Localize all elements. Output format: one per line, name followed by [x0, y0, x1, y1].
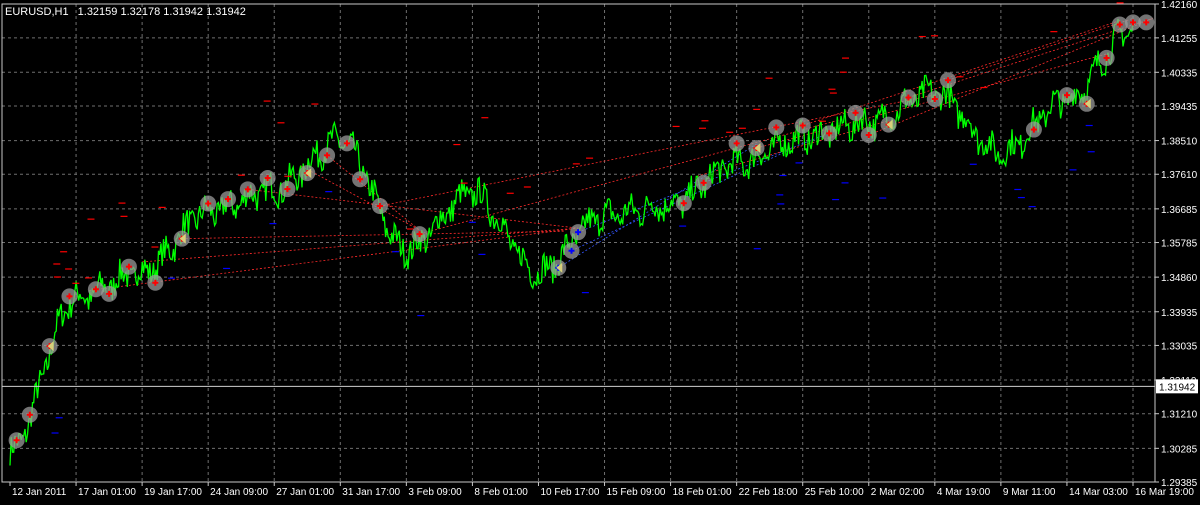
x-tick-label: 17 Jan 01:00 — [78, 487, 136, 498]
x-tick-label: 9 Mar 11:00 — [1003, 487, 1056, 498]
trade-marker-cross[interactable] — [907, 94, 910, 101]
y-tick-label: 1.30285 — [1161, 444, 1198, 455]
trade-marker-cross[interactable] — [775, 124, 778, 131]
trade-marker-cross[interactable] — [1118, 21, 1121, 28]
x-tick-label: 16 Mar 19:00 — [1135, 487, 1194, 498]
x-tick-label: 3 Feb 09:00 — [408, 487, 462, 498]
trade-marker-cross[interactable] — [1065, 92, 1068, 99]
x-tick-label: 31 Jan 17:00 — [342, 487, 400, 498]
x-tick-label: 25 Feb 10:00 — [805, 487, 864, 498]
symbol-label: EURUSD,H1 — [5, 6, 69, 18]
trade-marker-cross[interactable] — [570, 247, 573, 254]
y-tick-label: 1.40335 — [1161, 68, 1198, 79]
trade-marker-cross[interactable] — [1105, 54, 1108, 61]
price-chart[interactable]: 1.42160 1.41255 1.40335 1.39435 1.38510 1.376… — [0, 0, 1200, 500]
x-tick-label: 14 Mar 03:00 — [1069, 487, 1128, 498]
trade-marker-cross[interactable] — [15, 437, 18, 444]
trade-marker-cross[interactable] — [207, 200, 210, 207]
trade-marker-cross[interactable] — [127, 263, 130, 270]
y-tick-label: 1.36685 — [1161, 205, 1198, 216]
y-tick-label: 1.31210 — [1161, 410, 1198, 421]
trade-marker-cross[interactable] — [326, 152, 329, 159]
x-tick-label: 24 Jan 09:00 — [210, 487, 268, 498]
trade-marker-cross[interactable] — [94, 286, 97, 293]
x-tick-label: 2 Mar 02:00 — [871, 487, 925, 498]
trade-marker-cross[interactable] — [154, 279, 157, 286]
x-tick-label: 12 Jan 2011 — [12, 487, 67, 498]
y-tick-label: 1.39435 — [1161, 102, 1198, 113]
x-tick-label: 10 Feb 17:00 — [540, 487, 599, 498]
current-price-label: 1.31942 — [1159, 382, 1196, 393]
trade-marker-cross[interactable] — [933, 96, 936, 103]
x-tick-label: 4 Mar 19:00 — [937, 487, 991, 498]
ohlc-values: 1.32159 1.32178 1.31942 1.31942 — [78, 6, 246, 18]
trade-marker-cross[interactable] — [246, 186, 249, 193]
y-tick-label: 1.38510 — [1161, 137, 1198, 148]
trade-marker-cross[interactable] — [286, 186, 289, 193]
y-tick-label: 1.33035 — [1161, 341, 1198, 352]
y-tick-label: 1.41255 — [1161, 34, 1198, 45]
chart-header: EURUSD,H1 1.32159 1.32178 1.31942 1.3194… — [5, 6, 246, 18]
trade-marker-cross[interactable] — [867, 132, 870, 139]
trade-marker-cross[interactable] — [702, 179, 705, 186]
trade-marker-cross[interactable] — [359, 176, 362, 183]
trade-marker-cross[interactable] — [1032, 126, 1035, 133]
trade-marker-cross[interactable] — [108, 290, 111, 297]
trade-marker-cross[interactable] — [735, 140, 738, 147]
trade-marker-cross[interactable] — [828, 130, 831, 137]
trade-marker-cross[interactable] — [947, 77, 950, 84]
x-tick-label: 15 Feb 09:00 — [607, 487, 666, 498]
trade-marker-cross[interactable] — [68, 293, 71, 300]
trade-marker-cross[interactable] — [418, 231, 421, 238]
x-tick-label: 18 Feb 01:00 — [673, 487, 732, 498]
x-tick-label: 19 Jan 17:00 — [144, 487, 202, 498]
chart-canvas[interactable]: 1.42160 1.41255 1.40335 1.39435 1.38510 1.376… — [0, 0, 1200, 500]
trade-marker-cross[interactable] — [682, 200, 685, 207]
trade-marker-cross[interactable] — [28, 411, 31, 418]
trade-marker-cross[interactable] — [854, 109, 857, 116]
trade-marker-cross[interactable] — [378, 203, 381, 210]
y-tick-label: 1.33935 — [1161, 308, 1198, 319]
trade-marker-cross[interactable] — [1145, 19, 1148, 26]
trade-marker-cross[interactable] — [226, 196, 229, 203]
trade-marker-cross[interactable] — [1132, 19, 1134, 26]
trade-marker-cross[interactable] — [266, 175, 269, 182]
trade-marker-cross[interactable] — [345, 140, 348, 147]
y-tick-label: 1.34860 — [1161, 273, 1198, 284]
y-tick-label: 1.35785 — [1161, 239, 1198, 250]
chart-background — [0, 0, 1200, 500]
trade-marker-cross[interactable] — [577, 229, 580, 236]
x-tick-label: 8 Feb 01:00 — [474, 487, 528, 498]
y-tick-label: 1.42160 — [1161, 0, 1198, 11]
y-tick-label: 1.37610 — [1161, 170, 1198, 181]
trade-marker-cross[interactable] — [801, 122, 804, 129]
x-tick-label: 22 Feb 18:00 — [739, 487, 798, 498]
x-tick-label: 27 Jan 01:00 — [276, 487, 334, 498]
